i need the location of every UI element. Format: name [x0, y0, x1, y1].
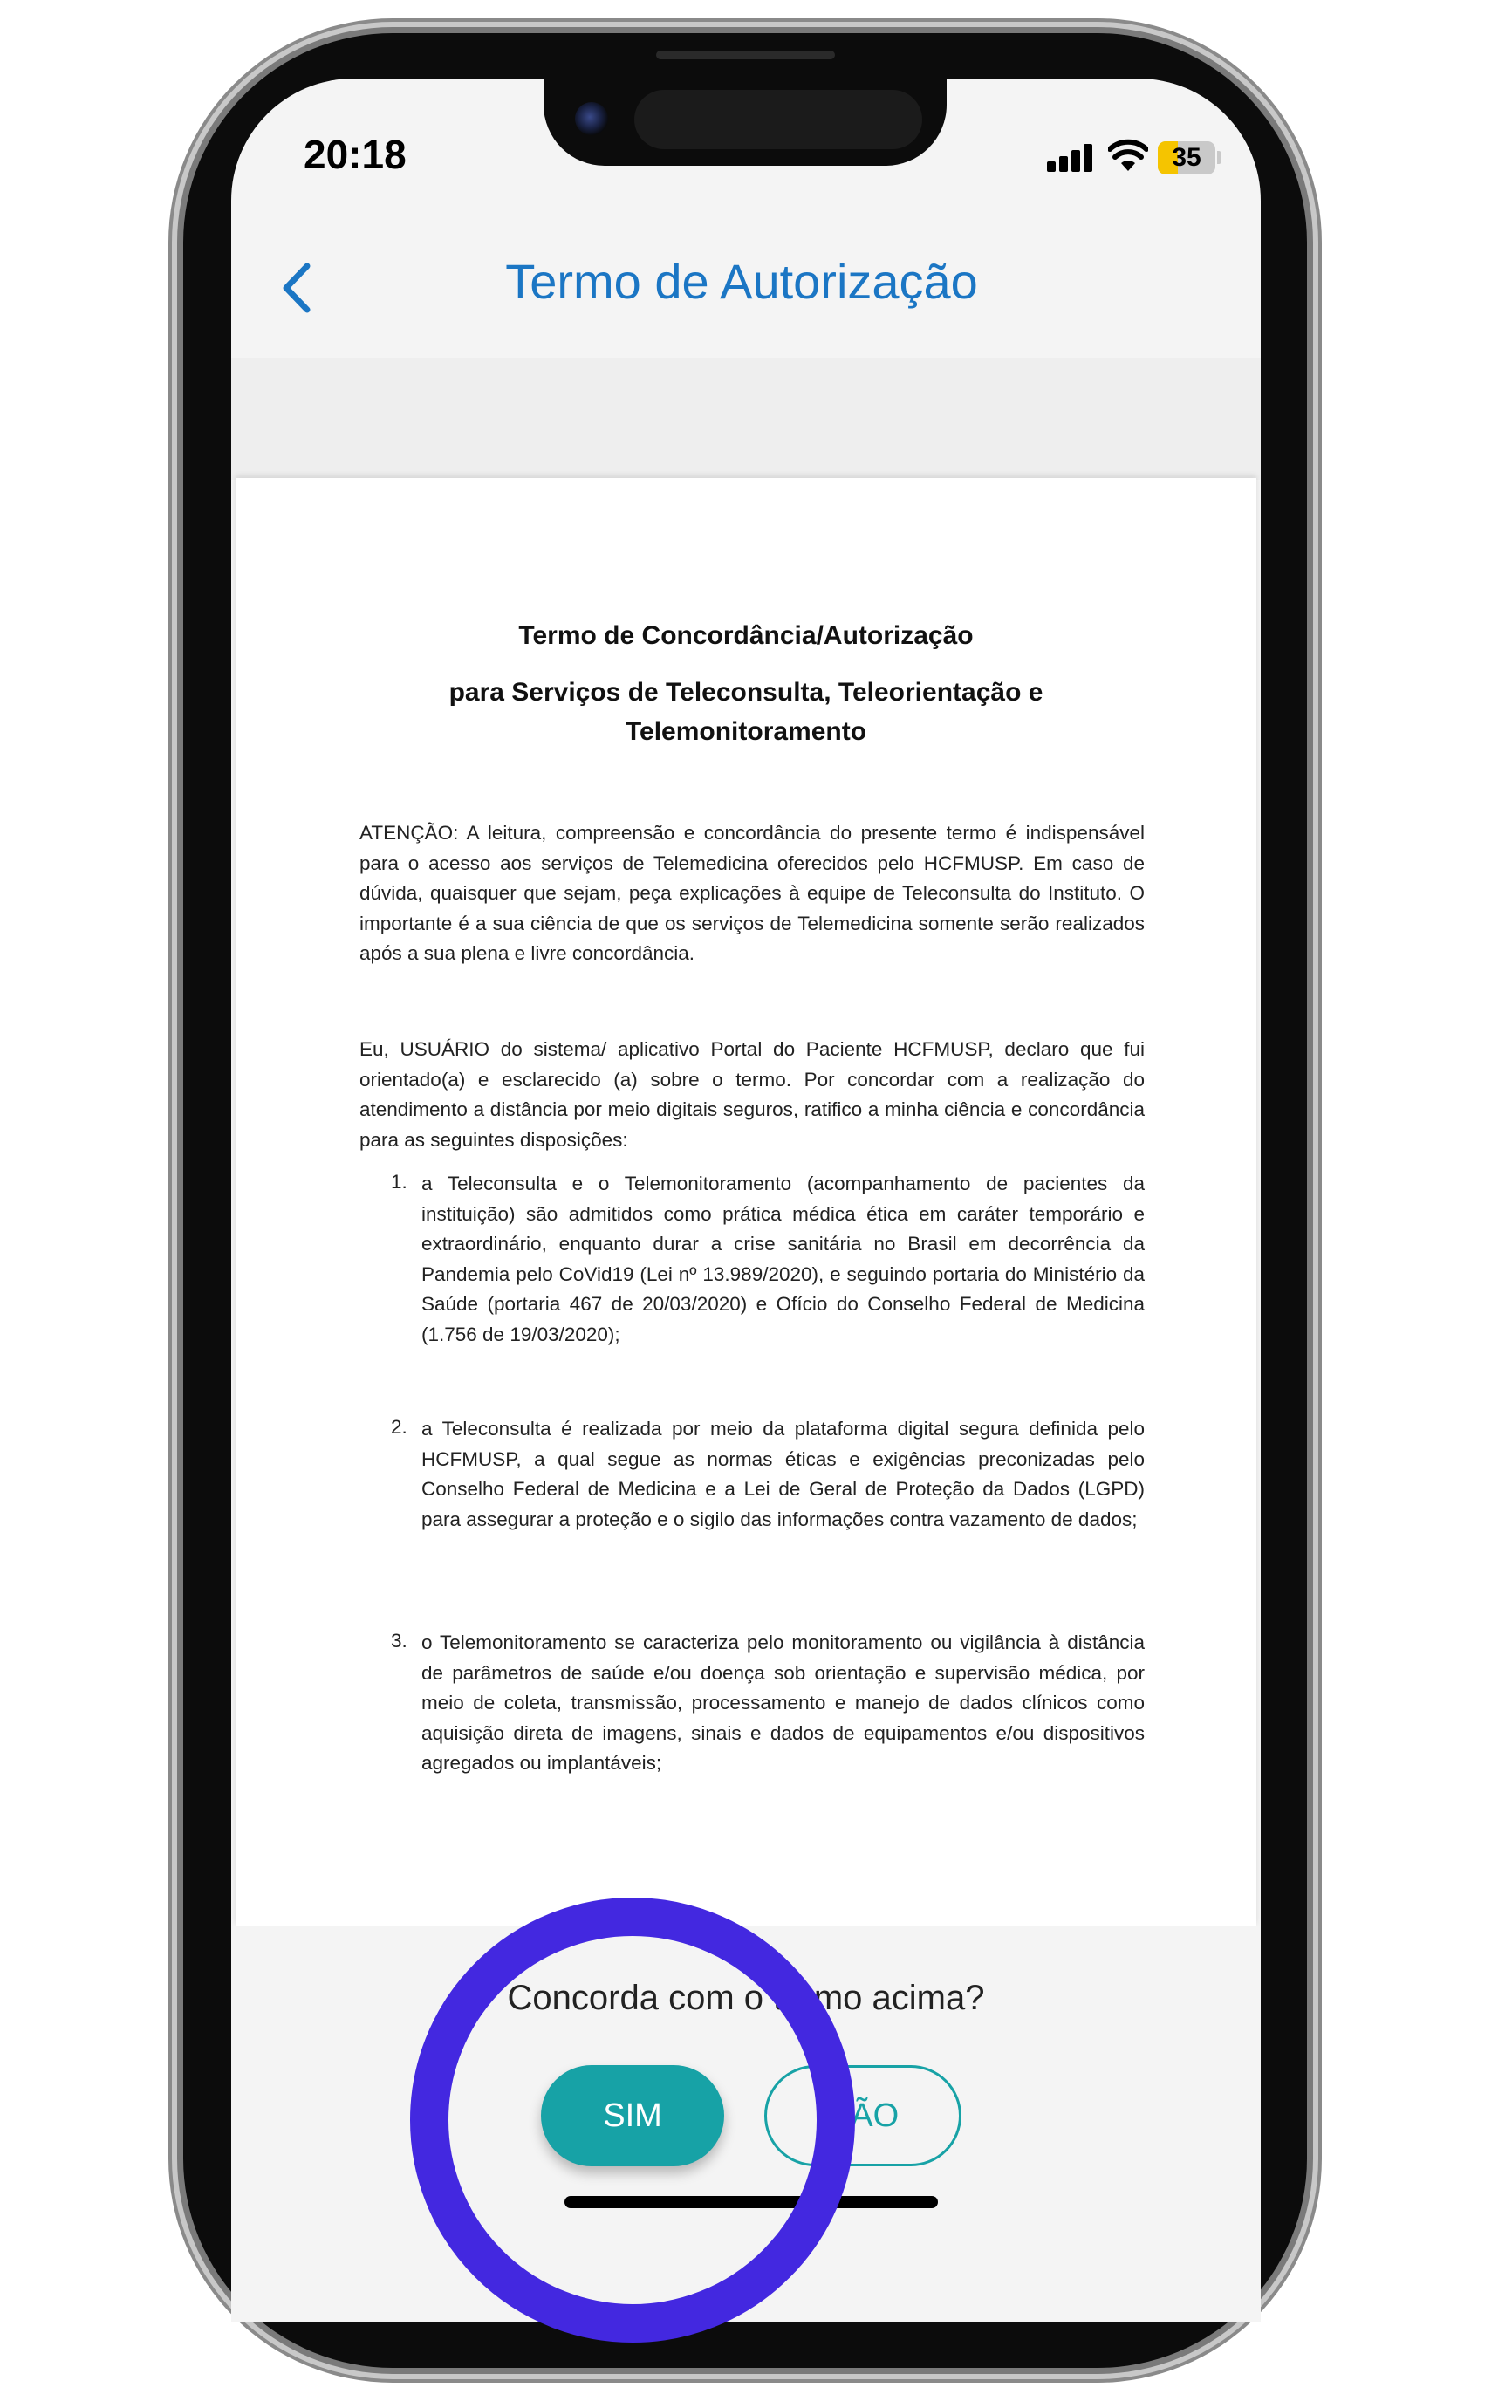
highlight-circle-annotation	[410, 1898, 855, 2343]
page-title: Termo de Autorização	[505, 254, 978, 309]
list-item: o Telemonitoramento se caracteriza pelo …	[421, 1632, 1145, 1774]
status-time: 20:18	[304, 132, 407, 177]
attention-paragraph: ATENÇÃO: A leitura, compreensão e concor…	[359, 822, 1145, 964]
list-item-number: 2.	[391, 1416, 407, 1438]
front-camera	[575, 102, 608, 135]
document-title: Termo de Concordância/Autorização	[518, 621, 974, 650]
list-item: a Teleconsulta é realizada por meio da p…	[421, 1418, 1145, 1530]
declaration-paragraph: Eu, USUÁRIO do sistema/ aplicativo Porta…	[359, 1038, 1145, 1151]
volume-up-button	[171, 593, 180, 742]
speaker-slot	[656, 51, 835, 59]
power-button	[1310, 715, 1319, 951]
signal-icon	[1047, 142, 1099, 172]
wifi-icon	[1108, 139, 1148, 171]
chevron-left-icon	[283, 263, 311, 313]
list-item-number: 3.	[391, 1630, 407, 1652]
header-spacer	[231, 358, 1261, 480]
battery-level: 35	[1172, 143, 1201, 172]
silent-switch	[171, 445, 180, 528]
list-item: a Teleconsulta e o Telemonitoramento (ac…	[421, 1173, 1145, 1345]
sensor-housing	[634, 90, 922, 149]
battery-icon: 35	[1158, 141, 1215, 174]
back-button[interactable]	[272, 257, 325, 318]
document-subtitle-line2: Telemonitoramento	[625, 717, 867, 746]
volume-down-button	[171, 785, 180, 934]
battery-tip	[1217, 151, 1221, 164]
list-item-number: 1.	[391, 1171, 407, 1193]
document-subtitle: para Serviços de Teleconsulta, Teleorien…	[448, 678, 1043, 707]
